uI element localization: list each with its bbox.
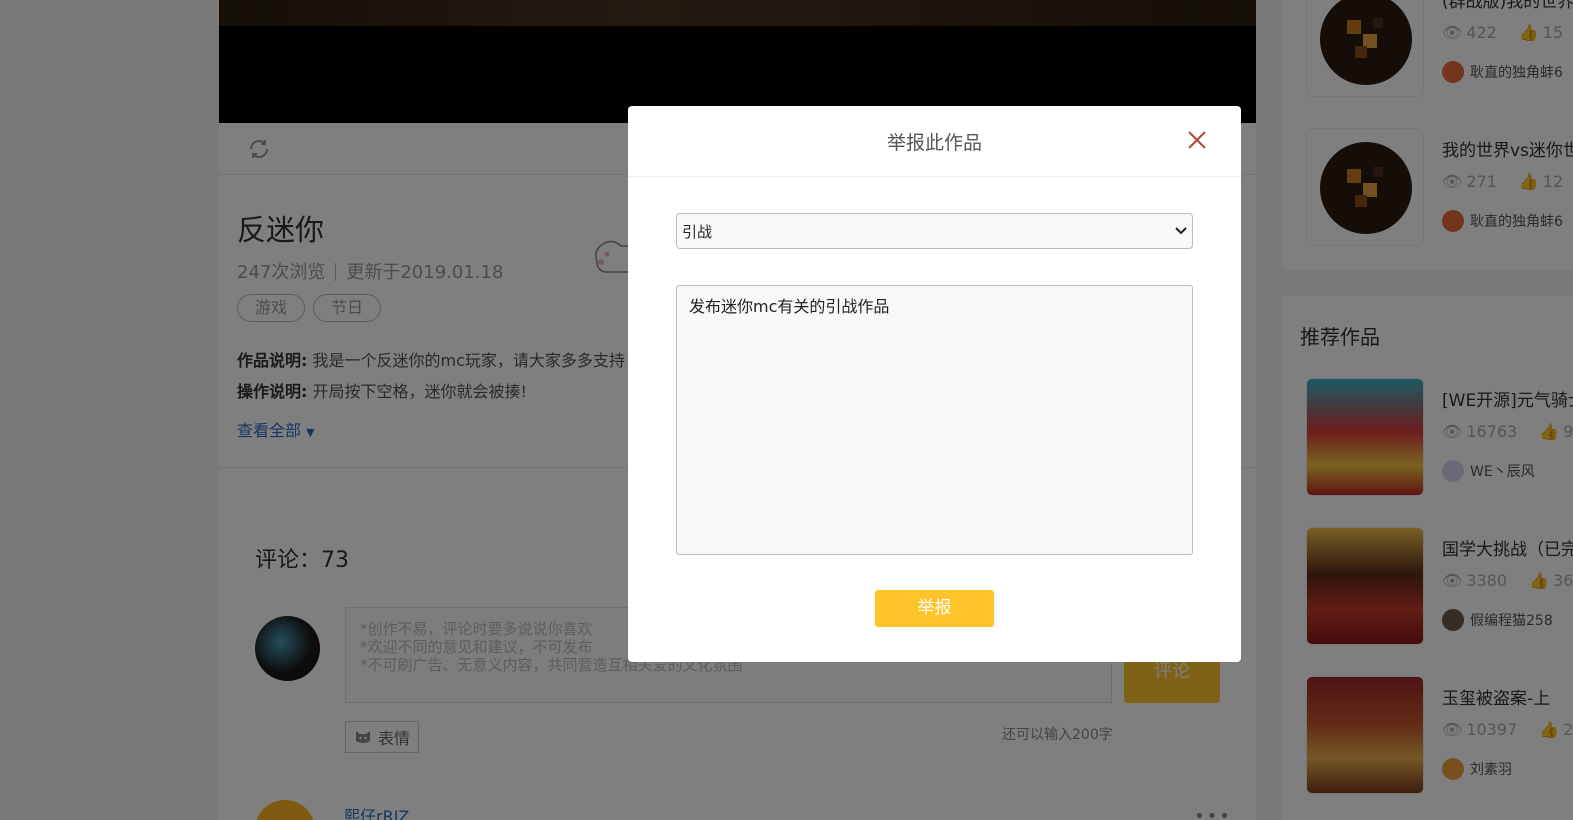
report-reason-select[interactable]: 引战: [676, 213, 1193, 249]
report-submit-button[interactable]: 举报: [875, 590, 994, 627]
textarea-value: 发布迷你mc有关的引战作品: [689, 297, 890, 316]
report-dialog: 举报此作品 引战 发布迷你mc有关的引战作品 举报: [628, 106, 1241, 662]
dialog-title: 举报此作品: [886, 132, 982, 154]
report-detail-textarea[interactable]: 发布迷你mc有关的引战作品: [676, 285, 1193, 555]
selected-reason: 引战: [682, 222, 713, 241]
dialog-header: 举报此作品: [628, 106, 1241, 177]
chevron-down-icon: [1175, 227, 1187, 235]
close-icon[interactable]: [1186, 129, 1208, 151]
